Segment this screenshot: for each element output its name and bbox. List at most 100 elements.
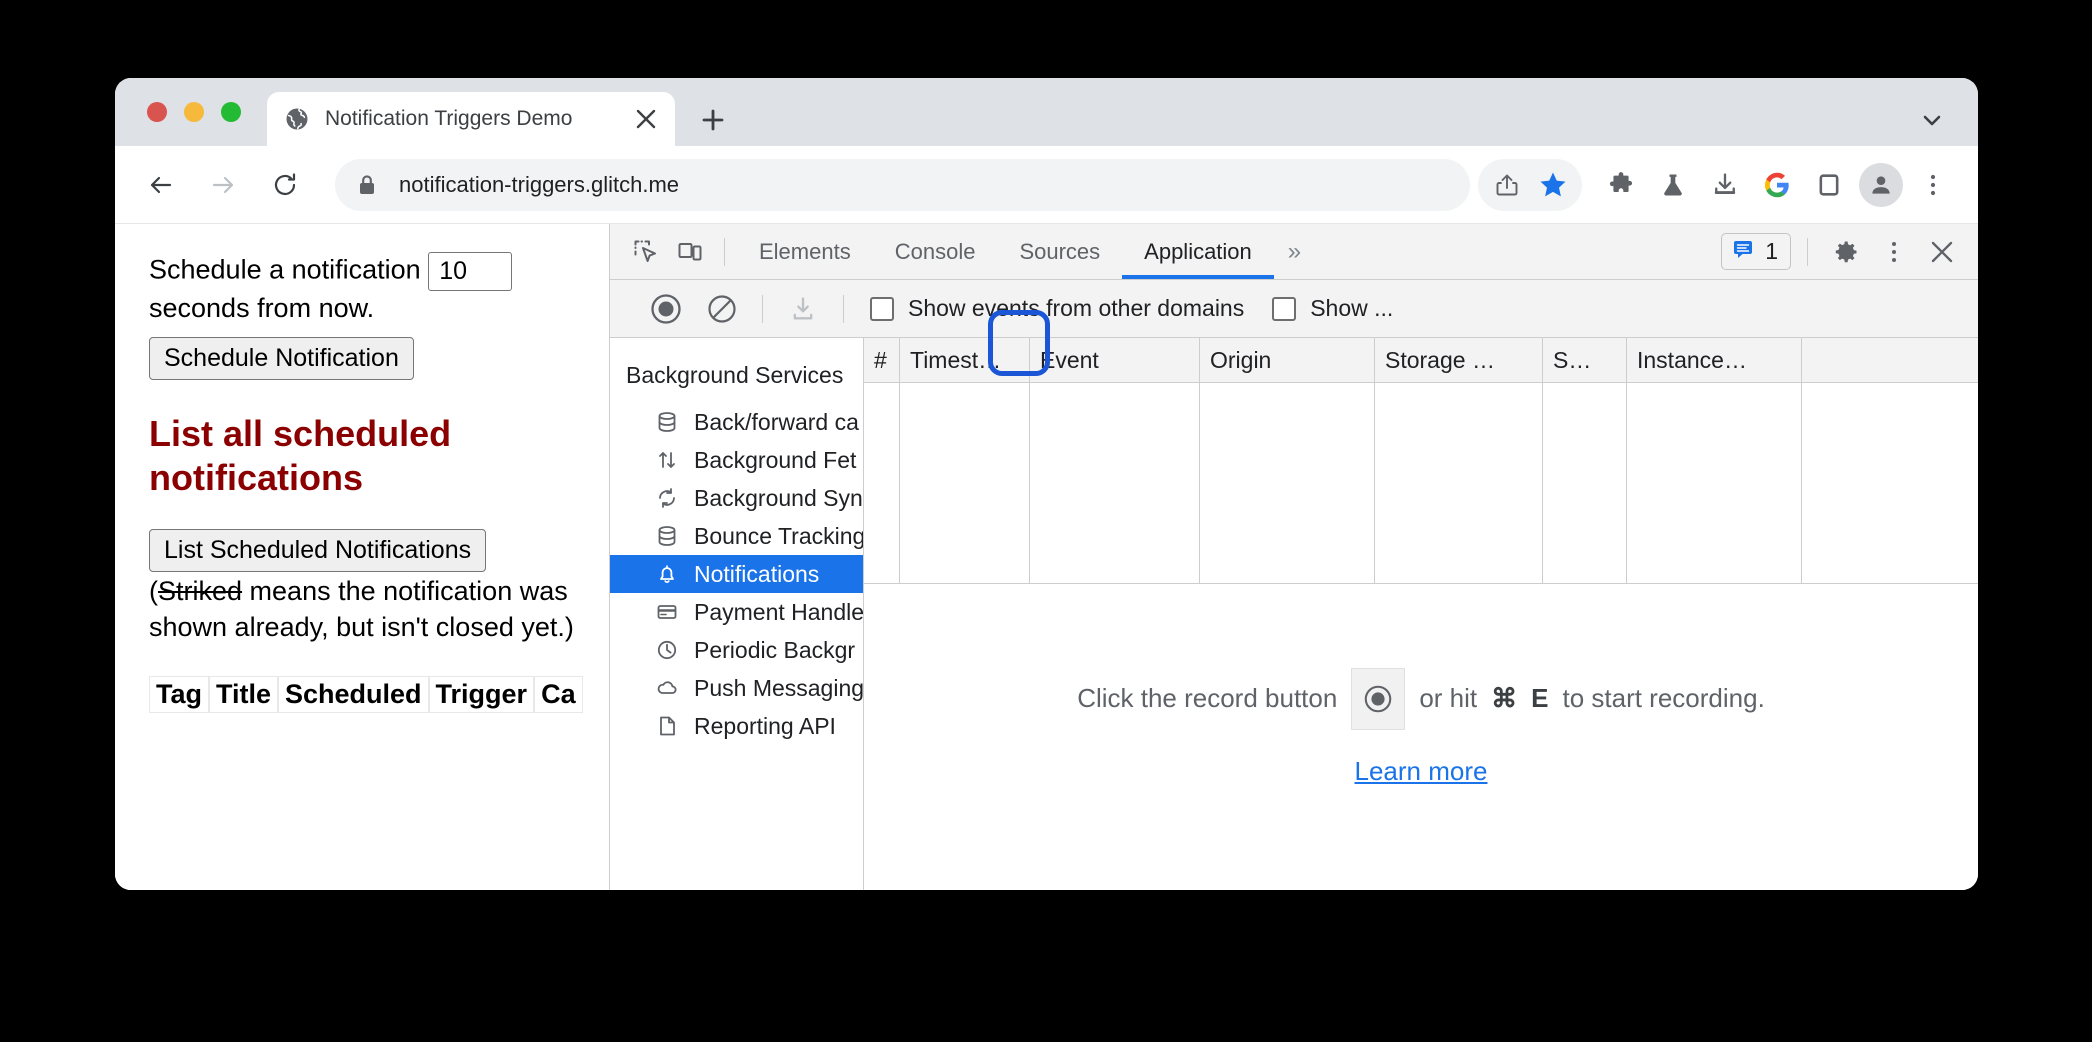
new-tab-button[interactable]: [693, 100, 733, 140]
shortcut-key: E: [1531, 683, 1549, 713]
tab-sources[interactable]: Sources: [997, 224, 1122, 279]
side-panel-icon[interactable]: [1806, 162, 1852, 208]
back-arrow-icon[interactable]: [137, 161, 185, 209]
sidebar-item-push-messaging[interactable]: Push Messaging: [610, 669, 863, 707]
gear-icon[interactable]: [1824, 230, 1868, 274]
maximize-window-button[interactable]: [221, 102, 241, 122]
sidebar-item-background-sync[interactable]: Background Syn: [610, 479, 863, 517]
table-col-title: Title: [209, 675, 279, 713]
toolbar-divider-2: [1807, 237, 1808, 266]
cloud-icon: [654, 675, 680, 701]
downloads-icon[interactable]: [1702, 162, 1748, 208]
sidebar-item-bounce-tracking[interactable]: Bounce Tracking: [610, 517, 863, 555]
reload-icon[interactable]: [261, 161, 309, 209]
sidebar-item-periodic-background-sync[interactable]: Periodic Backgr: [610, 631, 863, 669]
shortcut-modifier: ⌘: [1491, 683, 1518, 713]
more-tabs-icon[interactable]: »: [1274, 238, 1313, 266]
toolbar-divider-4: [843, 294, 844, 323]
clear-button[interactable]: [694, 281, 750, 337]
background-services-toolbar: Show events from other domains Show ...: [610, 280, 1978, 338]
col-timestamp[interactable]: Timest…: [900, 338, 1030, 382]
record-circle-icon: [1365, 685, 1392, 712]
toolbar-divider-3: [762, 294, 763, 323]
extensions-puzzle-icon[interactable]: [1598, 162, 1644, 208]
profile-avatar-icon[interactable]: [1858, 162, 1904, 208]
col-event[interactable]: Event: [1030, 338, 1200, 382]
show-more-checkbox[interactable]: Show ...: [1272, 295, 1393, 322]
empty-col-timestamp: [900, 383, 1030, 583]
forward-arrow-icon[interactable]: [199, 161, 247, 209]
minimize-window-button[interactable]: [184, 102, 204, 122]
devtools-panel: Elements Console Sources Application » 1…: [609, 224, 1978, 890]
share-icon[interactable]: [1484, 162, 1530, 208]
schedule-notification-button[interactable]: Schedule Notification: [149, 336, 414, 380]
more-options-icon[interactable]: [1872, 230, 1916, 274]
col-origin[interactable]: Origin: [1200, 338, 1375, 382]
sidebar-item-payment-handler[interactable]: Payment Handle: [610, 593, 863, 631]
google-icon[interactable]: [1754, 162, 1800, 208]
record-button[interactable]: [638, 281, 694, 337]
web-page-content: Schedule a notification seconds from now…: [115, 224, 609, 890]
document-icon: [654, 713, 680, 739]
empty-col-storage: [1375, 383, 1543, 583]
col-s[interactable]: S…: [1543, 338, 1627, 382]
col-storage[interactable]: Storage …: [1375, 338, 1543, 382]
schedule-label-after: seconds from now.: [149, 293, 375, 323]
table-col-scheduled: Scheduled: [278, 675, 429, 713]
devtools-tabbar-actions: 1: [1721, 230, 1970, 274]
close-devtools-icon[interactable]: [1920, 230, 1964, 274]
sidebar-item-reporting-api[interactable]: Reporting API: [610, 707, 863, 745]
download-icon: [793, 296, 813, 319]
clock-icon: [654, 637, 680, 663]
sidebar-item-label: Push Messaging: [694, 674, 864, 701]
browser-window: Notification Triggers Demo notification-…: [115, 78, 1978, 890]
clear-prohibited-icon: [708, 294, 736, 323]
application-sidebar: Background Services Back/forward ca Back…: [610, 338, 864, 890]
issues-counter[interactable]: 1: [1721, 233, 1791, 270]
bookmark-star-icon[interactable]: [1530, 162, 1576, 208]
extension-icons: [1598, 162, 1956, 208]
col-index[interactable]: #: [864, 338, 900, 382]
screenshot-root: Notification Triggers Demo notification-…: [0, 0, 2092, 1042]
note-open-paren: (: [149, 576, 158, 607]
learn-more-link[interactable]: Learn more: [1355, 756, 1488, 787]
schedule-row: Schedule a notification seconds from now…: [149, 252, 609, 327]
inspect-element-icon[interactable]: [624, 230, 668, 274]
tab-console[interactable]: Console: [873, 224, 998, 279]
device-toolbar-icon[interactable]: [668, 230, 712, 274]
empty-col-event: [1030, 383, 1200, 583]
bell-icon: [654, 561, 680, 587]
experiments-flask-icon[interactable]: [1650, 162, 1696, 208]
close-tab-icon[interactable]: [631, 104, 661, 134]
sync-icon: [654, 485, 680, 511]
close-window-button[interactable]: [147, 102, 167, 122]
chrome-menu-icon[interactable]: [1910, 162, 1956, 208]
tab-elements[interactable]: Elements: [737, 224, 873, 279]
seconds-input[interactable]: [428, 252, 513, 291]
address-bar[interactable]: notification-triggers.glitch.me: [335, 158, 1470, 211]
table-col-trigger: Trigger: [428, 675, 535, 713]
show-other-domains-checkbox[interactable]: Show events from other domains: [870, 295, 1244, 322]
updown-arrows-icon: [654, 447, 680, 473]
placeholder-record-button[interactable]: [1351, 667, 1406, 730]
sidebar-item-label: Bounce Tracking: [694, 522, 864, 549]
list-scheduled-notifications-button[interactable]: List Scheduled Notifications: [149, 529, 487, 573]
avatar: [1859, 162, 1903, 207]
sidebar-item-background-fetch[interactable]: Background Fet: [610, 441, 863, 479]
col-instance[interactable]: Instance…: [1627, 338, 1802, 382]
window-body: Schedule a notification seconds from now…: [115, 224, 1978, 890]
sidebar-item-back-forward-cache[interactable]: Back/forward ca: [610, 403, 863, 441]
tab-application[interactable]: Application: [1122, 224, 1274, 279]
empty-col-s: [1543, 383, 1627, 583]
strike-note: (Striked means the notification was show…: [149, 574, 609, 645]
devtools-tab-bar: Elements Console Sources Application » 1: [610, 224, 1978, 280]
address-bar-url: notification-triggers.glitch.me: [399, 171, 680, 197]
message-issues-icon: [1731, 237, 1755, 266]
chevron-down-icon[interactable]: [1912, 100, 1952, 140]
export-button[interactable]: [775, 281, 831, 337]
browser-tab[interactable]: Notification Triggers Demo: [267, 92, 675, 146]
sidebar-item-notifications[interactable]: Notifications: [610, 555, 863, 593]
recording-placeholder: Click the record button or hit ⌘ E to st…: [864, 584, 1978, 890]
devtools-main: Background Services Back/forward ca Back…: [610, 338, 1978, 890]
tab-title: Notification Triggers Demo: [325, 107, 573, 130]
